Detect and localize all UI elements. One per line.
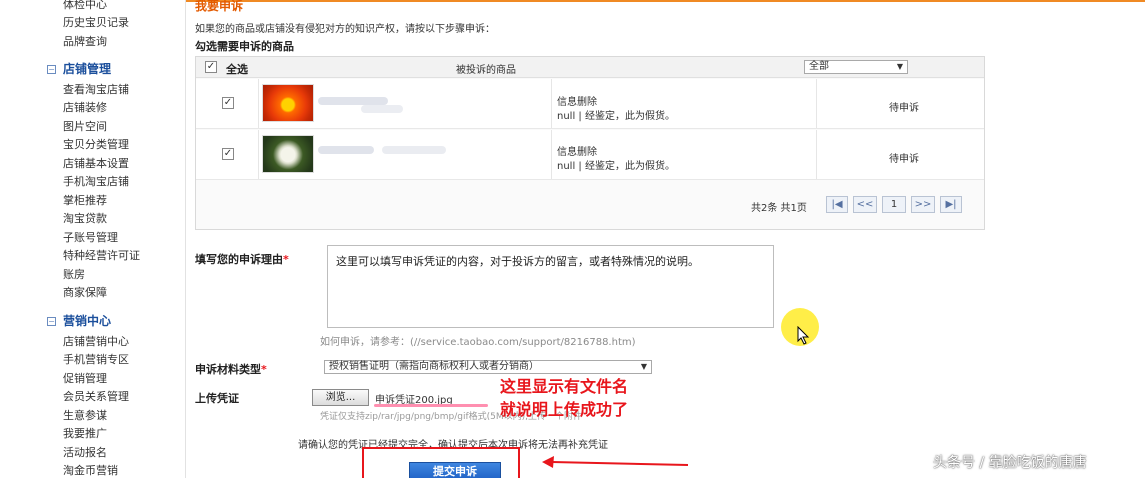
collapse-icon[interactable]: − — [47, 317, 56, 326]
prev-page-button[interactable]: << — [853, 196, 877, 213]
current-page-button[interactable]: 1 — [882, 196, 906, 213]
row-checkbox[interactable]: ✓ — [222, 148, 234, 160]
sidebar-group-shop[interactable]: − 店铺管理 — [47, 60, 111, 77]
underline-highlight — [374, 404, 488, 407]
mouse-cursor-icon — [797, 326, 810, 345]
intro-text: 如果您的商品或店铺没有侵犯对方的知识产权，请按以下步骤申诉： — [195, 24, 495, 35]
sidebar-item-brand-query[interactable]: 品牌查询 — [63, 33, 107, 49]
sidebar-item-advisor[interactable]: 生意参谋 — [63, 407, 107, 423]
sidebar-item-guarantee[interactable]: 商家保障 — [63, 284, 107, 300]
goods-column-header: 被投诉的商品 — [456, 65, 516, 76]
sidebar-item-category[interactable]: 宝贝分类管理 — [63, 136, 129, 152]
annotation-arrow-icon — [542, 456, 689, 468]
reason-textarea[interactable]: 这里可以填写申诉凭证的内容，对于投诉方的留言，或者特殊情况的说明。 — [327, 245, 774, 328]
status-filter-value: 全部 — [809, 61, 829, 72]
select-goods-label: 勾选需要申诉的商品 — [195, 40, 294, 53]
sidebar-item-account[interactable]: 账房 — [63, 266, 85, 282]
last-page-button[interactable]: ▶| — [940, 196, 962, 213]
sidebar-item-crm[interactable]: 会员关系管理 — [63, 388, 129, 404]
sidebar-item-promotion[interactable]: 促销管理 — [63, 370, 107, 386]
row-checkbox[interactable]: ✓ — [222, 97, 234, 109]
status-filter-select[interactable]: 全部 ▼ — [804, 60, 908, 74]
material-type-label-text: 申诉材料类型 — [195, 363, 261, 376]
product-name-blurred — [318, 146, 374, 154]
sidebar-item-basic-settings[interactable]: 店铺基本设置 — [63, 155, 129, 171]
required-mark: * — [283, 253, 289, 266]
info-title: 信息删除 — [557, 147, 597, 158]
product-thumbnail[interactable] — [262, 84, 314, 122]
sidebar-item-license[interactable]: 特种经营许可证 — [63, 247, 140, 263]
annotation-line-2: 就说明上传成功了 — [500, 400, 629, 419]
info-title: 信息删除 — [557, 97, 597, 108]
pagination-summary: 共2条 共1页 — [751, 203, 807, 214]
sidebar-group-shop-label: 店铺管理 — [63, 62, 112, 76]
reason-label-text: 填写您的申诉理由 — [195, 253, 283, 266]
first-page-button[interactable]: |◀ — [826, 196, 848, 213]
sidebar-item-coins[interactable]: 淘金币营销 — [63, 462, 118, 478]
material-type-label: 申诉材料类型* — [195, 361, 267, 377]
annotation-line-1: 这里显示有文件名 — [500, 377, 629, 396]
product-name-blurred — [361, 105, 403, 113]
sidebar-item-sub-account[interactable]: 子账号管理 — [63, 229, 118, 245]
select-all-checkbox[interactable]: ✓ — [205, 61, 217, 73]
upload-label: 上传凭证 — [195, 392, 239, 405]
sidebar-item-loan[interactable]: 淘宝贷款 — [63, 210, 107, 226]
row-status: 待申诉 — [889, 154, 919, 165]
row-status: 待申诉 — [889, 103, 919, 114]
info-detail: null | 经鉴定，此为假货。 — [557, 111, 675, 122]
sidebar-group-marketing[interactable]: − 营销中心 — [47, 312, 111, 329]
page-title: 我要申诉 — [195, 0, 244, 13]
sidebar-item-events[interactable]: 活动报名 — [63, 444, 107, 460]
watermark: 头条号 / 靠脸吃饭的唐唐 — [933, 455, 1087, 471]
browse-button[interactable]: 浏览... — [312, 389, 369, 406]
select-all-label: 全选 — [226, 63, 248, 76]
sidebar-item-recommend[interactable]: 掌柜推荐 — [63, 192, 107, 208]
help-link-text[interactable]: 如何申诉，请参考：(//service.taobao.com/support/8… — [320, 333, 636, 348]
sidebar-item-mobile-marketing[interactable]: 手机营销专区 — [63, 351, 129, 367]
material-type-select[interactable]: 授权销售证明（需指向商标权利人或者分销商） ▼ — [324, 360, 652, 374]
collapse-icon[interactable]: − — [47, 65, 56, 74]
submit-appeal-button[interactable]: 提交申诉 — [409, 462, 501, 478]
required-mark: * — [261, 363, 267, 376]
sidebar: 体检中心 历史宝贝记录 品牌查询 − 店铺管理 查看淘宝店铺 店铺装修 图片空间 … — [0, 0, 186, 478]
table-row: ✓ 信息删除 null | 经鉴定，此为假货。 待申诉 — [196, 79, 984, 129]
sidebar-item-view-shop[interactable]: 查看淘宝店铺 — [63, 81, 129, 97]
reason-label: 填写您的申诉理由* — [195, 251, 289, 267]
top-divider — [186, 0, 1145, 2]
goods-table: ✓ 全选 被投诉的商品 全部 ▼ ✓ 信息删除 null | 经鉴定，此为假货。… — [195, 56, 985, 230]
product-name-blurred — [382, 146, 446, 154]
next-page-button[interactable]: >> — [911, 196, 935, 213]
sidebar-item-image-space[interactable]: 图片空间 — [63, 118, 107, 134]
sidebar-item-promote[interactable]: 我要推广 — [63, 425, 107, 441]
product-name-blurred — [318, 97, 388, 105]
info-detail: null | 经鉴定，此为假货。 — [557, 161, 675, 172]
sidebar-item-decoration[interactable]: 店铺装修 — [63, 99, 107, 115]
table-header: ✓ 全选 被投诉的商品 全部 ▼ — [196, 57, 984, 78]
table-row: ✓ 信息删除 null | 经鉴定，此为假货。 待申诉 — [196, 130, 984, 180]
sidebar-item-history[interactable]: 历史宝贝记录 — [63, 14, 129, 30]
sidebar-group-marketing-label: 营销中心 — [63, 314, 112, 328]
sidebar-item-mobile-shop[interactable]: 手机淘宝店铺 — [63, 173, 129, 189]
product-thumbnail[interactable] — [262, 135, 314, 173]
material-type-value: 授权销售证明（需指向商标权利人或者分销商） — [329, 361, 539, 372]
dropdown-arrow-icon: ▼ — [896, 62, 903, 71]
dropdown-arrow-icon: ▼ — [640, 362, 647, 371]
sidebar-item-health-check[interactable]: 体检中心 — [63, 0, 107, 12]
sidebar-item-shop-marketing[interactable]: 店铺营销中心 — [63, 333, 129, 349]
